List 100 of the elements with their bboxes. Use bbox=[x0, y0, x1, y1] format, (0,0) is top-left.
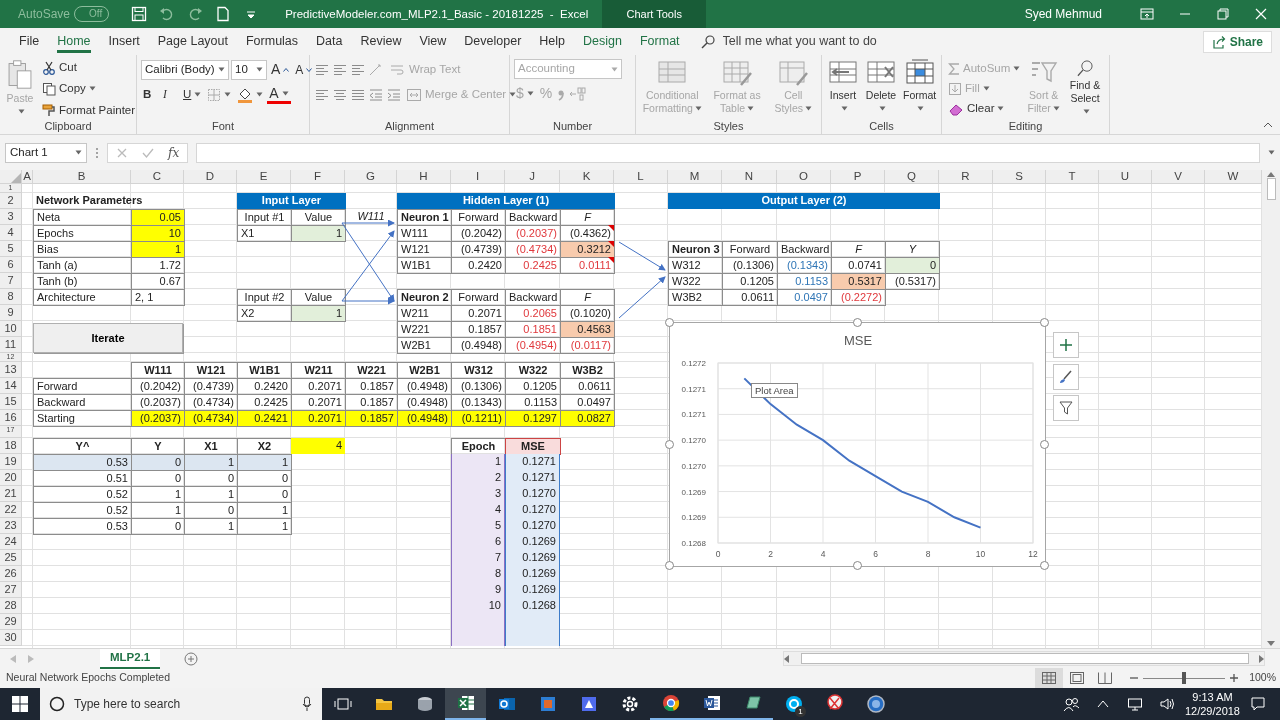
ribbon-tab[interactable]: Formulas bbox=[236, 28, 308, 55]
font-color-button[interactable]: A bbox=[267, 85, 291, 104]
row-header[interactable]: 15 bbox=[0, 394, 22, 410]
collapse-ribbon-icon[interactable] bbox=[1263, 122, 1273, 128]
sheet-cell[interactable]: 0.1269 bbox=[505, 582, 560, 598]
resize-handle[interactable] bbox=[852, 561, 862, 570]
cut-button[interactable]: Cut bbox=[40, 59, 138, 77]
sheet-cell[interactable]: Hidden Layer (1) bbox=[397, 193, 615, 209]
taskbar-search-field[interactable]: Type here to search bbox=[40, 688, 322, 720]
sheet-cell[interactable]: 0.1270 bbox=[505, 518, 560, 534]
chart-elements-button[interactable] bbox=[1053, 332, 1079, 358]
row-header[interactable]: 27 bbox=[0, 582, 22, 598]
sheet-cell[interactable]: Neuron 2 bbox=[397, 289, 452, 306]
sheet-cell[interactable]: 2 bbox=[451, 470, 505, 486]
row-header[interactable]: 22 bbox=[0, 502, 22, 518]
resize-handle[interactable] bbox=[1040, 561, 1049, 570]
column-header[interactable]: Q bbox=[885, 170, 939, 184]
sheet-cell[interactable]: 0.1270 bbox=[505, 502, 560, 518]
people-icon[interactable] bbox=[1062, 696, 1079, 712]
sheet-cell[interactable]: W2B1 bbox=[397, 337, 452, 354]
column-header[interactable]: J bbox=[505, 170, 560, 184]
row-header[interactable]: 24 bbox=[0, 534, 22, 550]
row-header[interactable]: 19 bbox=[0, 454, 22, 470]
row-header[interactable]: 25 bbox=[0, 550, 22, 566]
row-header[interactable]: 11 bbox=[0, 337, 22, 353]
italic-button[interactable]: I bbox=[161, 84, 179, 105]
sheet-cell[interactable]: 0.0827 bbox=[560, 410, 615, 427]
sheet-cell[interactable]: F bbox=[560, 209, 615, 226]
column-header[interactable]: V bbox=[1152, 170, 1205, 184]
sheet-cell[interactable]: 1 bbox=[291, 305, 346, 322]
row-header[interactable]: 29 bbox=[0, 614, 22, 630]
zoom-in-icon[interactable] bbox=[1229, 673, 1240, 683]
sheet-cell[interactable]: 0.1297 bbox=[505, 410, 561, 427]
sheet-cell[interactable]: 6 bbox=[451, 534, 505, 550]
sheet-cell[interactable]: Input #1 bbox=[237, 209, 292, 226]
grow-font-button[interactable]: A bbox=[269, 59, 292, 80]
ribbon-tab[interactable]: Developer bbox=[455, 28, 531, 55]
insert-function-button[interactable]: fx bbox=[168, 143, 180, 162]
sheet-cell[interactable]: 1 bbox=[451, 454, 505, 470]
sheet-cell[interactable]: 4 bbox=[291, 438, 345, 454]
row-header[interactable]: 13 bbox=[0, 362, 22, 378]
find-select-button[interactable]: Find & Select bbox=[1065, 59, 1105, 118]
column-header[interactable]: C bbox=[131, 170, 184, 184]
row-header[interactable]: 9 bbox=[0, 305, 22, 321]
align-icon[interactable] bbox=[332, 87, 348, 102]
row-header[interactable]: 8 bbox=[0, 289, 22, 305]
network-icon[interactable] bbox=[1126, 696, 1143, 712]
sheet-cell[interactable]: (0.5317) bbox=[885, 273, 940, 290]
column-header[interactable]: I bbox=[451, 170, 505, 184]
column-header[interactable]: L bbox=[614, 170, 668, 184]
sheet-cell[interactable]: Output Layer (2) bbox=[668, 193, 940, 209]
close-icon[interactable] bbox=[1253, 6, 1269, 22]
row-header[interactable]: 10 bbox=[0, 321, 22, 337]
cells-delete-button[interactable]: Delete bbox=[864, 59, 898, 118]
sheet-cell[interactable]: Forward bbox=[33, 378, 132, 395]
row-header[interactable]: 14 bbox=[0, 378, 22, 394]
ribbon-tab[interactable]: Help bbox=[530, 28, 575, 55]
resize-handle[interactable] bbox=[665, 561, 674, 570]
redo-icon[interactable] bbox=[187, 6, 204, 22]
align-icon[interactable] bbox=[332, 62, 348, 77]
sheet-cell[interactable]: 0.1269 bbox=[505, 534, 560, 550]
column-header[interactable]: D bbox=[184, 170, 237, 184]
clock-time[interactable]: 9:13 AM bbox=[1184, 690, 1240, 704]
taskbar-app-button[interactable]: 1 bbox=[773, 688, 814, 720]
sheet-cell[interactable]: Neuron 3 bbox=[668, 241, 723, 258]
add-sheet-icon[interactable] bbox=[184, 651, 199, 666]
sheet-cell[interactable]: 2, 1 bbox=[131, 289, 185, 306]
column-header[interactable]: F bbox=[291, 170, 345, 184]
sheet-cell[interactable]: (0.2037) bbox=[131, 410, 185, 427]
name-box[interactable]: Chart 1 bbox=[5, 142, 87, 163]
sheet-cell[interactable]: Input #2 bbox=[237, 289, 292, 306]
align-icon[interactable] bbox=[350, 87, 366, 102]
volume-icon[interactable] bbox=[1158, 696, 1175, 712]
save-icon[interactable] bbox=[131, 6, 148, 22]
formula-field[interactable] bbox=[196, 142, 1260, 163]
chart-filters-button[interactable] bbox=[1053, 395, 1079, 421]
row-header[interactable]: 23 bbox=[0, 518, 22, 534]
ribbon-tab[interactable]: Insert bbox=[99, 28, 149, 55]
resize-handle[interactable] bbox=[852, 318, 862, 327]
sheet-cell[interactable]: W1B1 bbox=[397, 257, 452, 274]
row-header[interactable]: 16 bbox=[0, 410, 22, 426]
windows-logo-icon[interactable] bbox=[12, 696, 28, 712]
cells-insert-button[interactable]: Insert bbox=[826, 59, 860, 118]
column-header[interactable]: G bbox=[345, 170, 397, 184]
sheet-cell[interactable]: 5 bbox=[451, 518, 505, 534]
font-size-field[interactable]: 10 bbox=[231, 59, 267, 80]
resize-handle[interactable] bbox=[1040, 439, 1049, 449]
row-header[interactable]: 2 bbox=[0, 193, 22, 209]
tell-me-field[interactable]: Tell me what you want to do bbox=[720, 31, 921, 52]
column-header[interactable]: M bbox=[668, 170, 722, 184]
underline-button[interactable]: U bbox=[181, 84, 204, 105]
sheet-cell[interactable]: 9 bbox=[451, 582, 505, 598]
scroll-left-icon[interactable] bbox=[784, 654, 789, 663]
row-header[interactable]: 21 bbox=[0, 486, 22, 502]
scrollbar-thumb[interactable] bbox=[801, 653, 1249, 664]
sheet-cell[interactable]: Starting bbox=[33, 410, 132, 427]
ribbon-tab[interactable]: Design bbox=[574, 28, 631, 55]
column-header[interactable]: T bbox=[1046, 170, 1099, 184]
sheet-cell[interactable]: 0.1270 bbox=[505, 486, 560, 502]
sheet-cell[interactable]: Network Parameters bbox=[33, 193, 184, 209]
